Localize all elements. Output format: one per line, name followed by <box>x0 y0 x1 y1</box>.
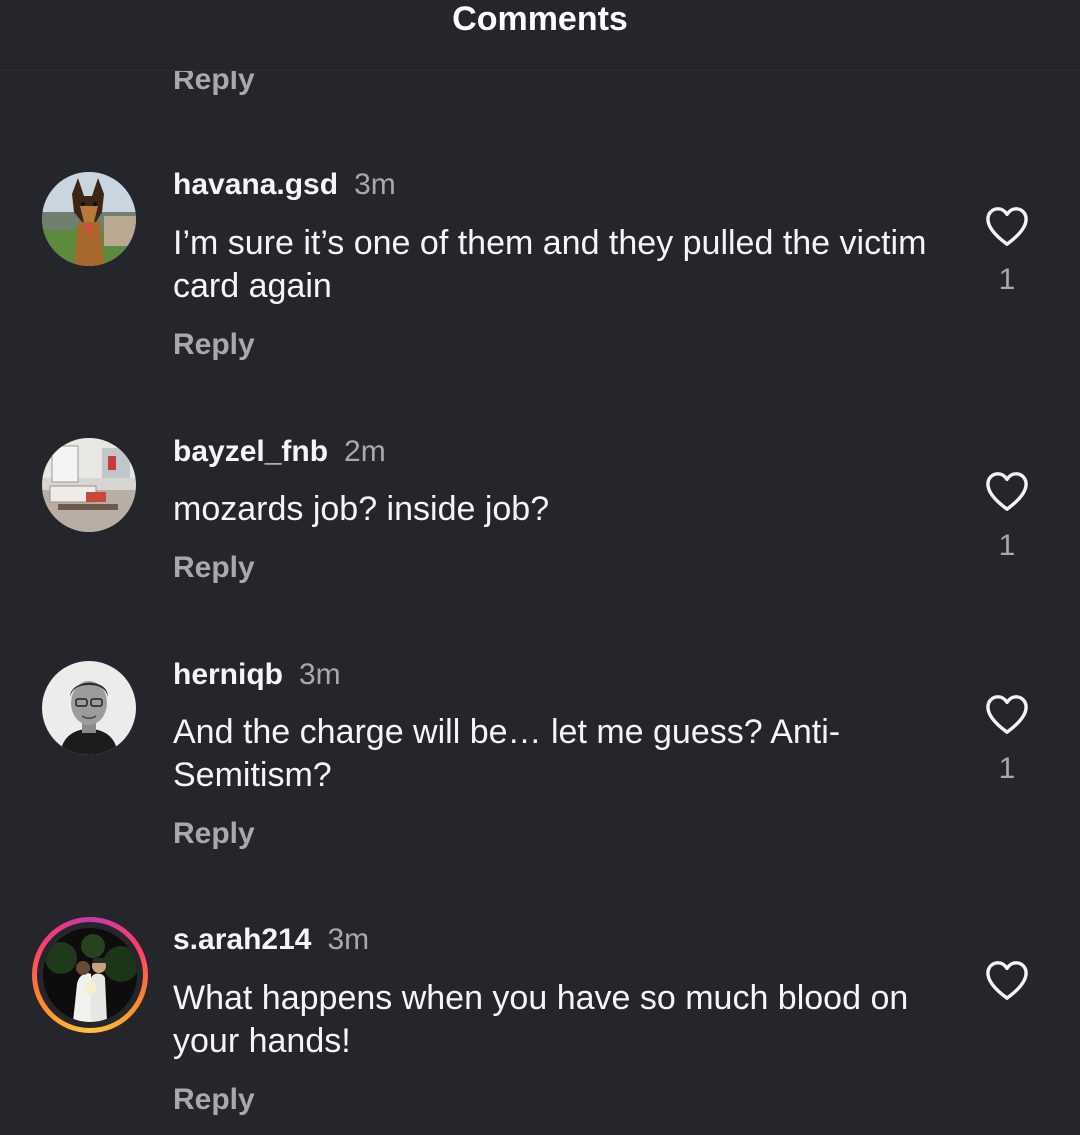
comments-header: Comments <box>0 0 1080 71</box>
like-count: 1 <box>998 752 1016 785</box>
story-ring[interactable] <box>32 917 148 1033</box>
comment-text: I’m sure it’s one of them and they pulle… <box>173 224 927 305</box>
page-title: Comments <box>452 0 628 38</box>
heart-outline-icon[interactable] <box>984 693 1030 735</box>
timestamp: 3m <box>327 923 370 956</box>
heart-outline-icon[interactable] <box>984 470 1030 512</box>
reply-button[interactable]: Reply <box>173 1080 255 1120</box>
comment-meta: s.arah214 3m <box>173 922 369 958</box>
comment-meta: havana.gsd 3m <box>173 167 396 203</box>
reply-button[interactable]: Reply <box>173 814 255 854</box>
timestamp: 3m <box>299 658 341 691</box>
dog-avatar-image <box>42 172 136 266</box>
username[interactable]: s.arah214 <box>173 923 311 956</box>
username[interactable]: bayzel_fnb <box>173 435 328 468</box>
timestamp: 3m <box>354 168 396 201</box>
comment-text: And the charge will be… let me guess? An… <box>173 713 841 794</box>
avatar[interactable] <box>42 172 136 266</box>
avatar <box>43 928 137 1022</box>
like-count: 1 <box>998 263 1016 296</box>
room-avatar-image <box>42 438 136 532</box>
username[interactable]: herniqb <box>173 658 283 691</box>
timestamp: 2m <box>344 435 386 468</box>
heart-outline-icon[interactable] <box>984 205 1030 247</box>
couple-avatar-image <box>43 928 137 1022</box>
comment-text: What happens when you have so much blood… <box>173 979 909 1060</box>
reply-button[interactable]: Reply <box>173 325 255 365</box>
comment-meta: herniqb 3m <box>173 657 341 693</box>
heart-outline-icon[interactable] <box>984 959 1030 1001</box>
avatar[interactable] <box>42 438 136 532</box>
comment-text: mozards job? inside job? <box>173 490 550 528</box>
comment-meta: bayzel_fnb 2m <box>173 434 386 470</box>
reply-button[interactable]: Reply <box>173 548 255 588</box>
username[interactable]: havana.gsd <box>173 168 338 201</box>
person-avatar-image <box>42 661 136 755</box>
avatar[interactable] <box>42 661 136 755</box>
like-count: 1 <box>998 529 1016 562</box>
